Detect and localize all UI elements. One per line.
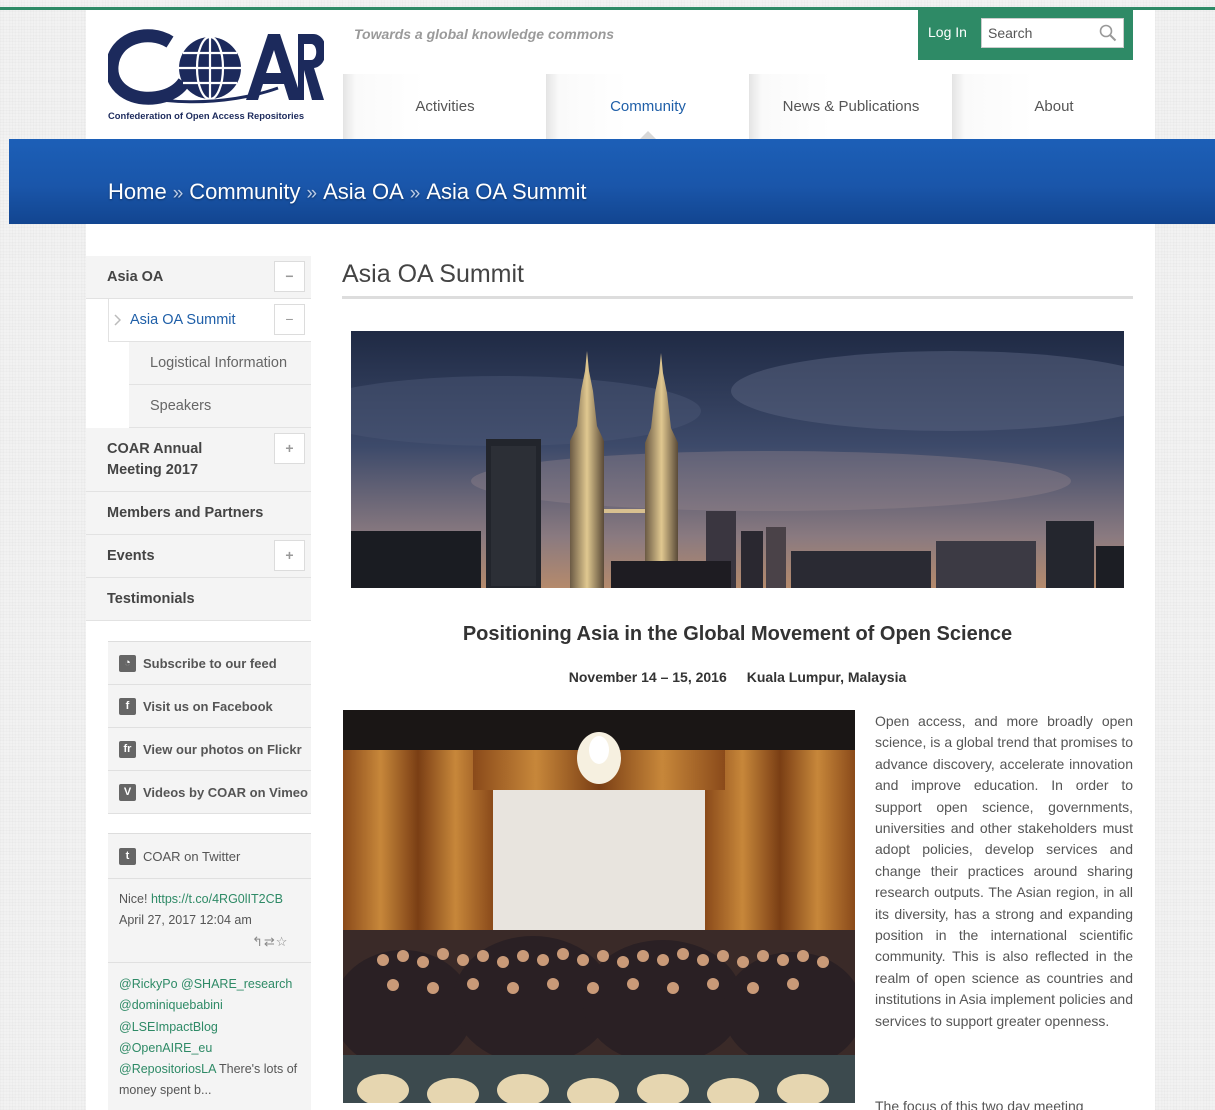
page-title: Asia OA Summit <box>342 260 524 288</box>
breadcrumb-separator: » <box>306 183 318 204</box>
nav-community[interactable]: Community <box>546 74 749 139</box>
hero-image-kuala-lumpur-skyline <box>351 331 1124 588</box>
sidebar-item-asia-oa-summit[interactable]: Asia OA Summit − <box>108 299 311 342</box>
breadcrumb-separator: » <box>409 183 421 204</box>
summit-heading: Positioning Asia in the Global Movement … <box>462 623 1013 645</box>
search-icon[interactable] <box>1099 24 1117 42</box>
nav-news-publications[interactable]: News & Publications <box>749 74 952 139</box>
twitter-title: COAR on Twitter <box>143 849 241 864</box>
nav-label: About <box>1034 98 1074 115</box>
tweet-mention[interactable]: @RepositoriosLA <box>119 1062 216 1076</box>
group-photo <box>343 710 855 1103</box>
tweet-link[interactable]: https://t.co/4RG0lIT2CB <box>151 892 283 906</box>
breadcrumb-home[interactable]: Home <box>108 179 167 204</box>
conference-group-illustration <box>343 710 855 1103</box>
twitter-icon: t <box>119 848 136 865</box>
nav-label: Activities <box>415 98 475 115</box>
logo-mark <box>105 29 326 105</box>
tweet-mention[interactable]: @RickyPo <box>119 977 178 991</box>
nav-about[interactable]: About <box>952 74 1155 139</box>
vimeo-link[interactable]: V Videos by COAR on Vimeo <box>108 771 311 814</box>
sidebar-item-speakers[interactable]: Speakers <box>129 385 311 428</box>
breadcrumb: Home» Community» Asia OA» Asia OA Summit <box>108 179 587 205</box>
tweet: Nice! https://t.co/4RG0lIT2CB April 27, … <box>119 889 307 932</box>
skyline-illustration <box>351 331 1124 588</box>
sidebar-item-label: Speakers <box>150 398 212 414</box>
sidebar-item-asia-oa[interactable]: Asia OA − <box>86 256 311 299</box>
breadcrumb-community[interactable]: Community <box>189 179 300 204</box>
tweet-actions[interactable]: ↰⇄☆ <box>252 934 288 950</box>
subscribe-feed-link[interactable]: ◔ Subscribe to our feed <box>108 642 311 685</box>
rss-icon: ◔ <box>119 655 136 672</box>
login-link[interactable]: Log In <box>928 24 967 40</box>
sidebar-item-label: Events <box>107 548 155 564</box>
summit-date: November 14 – 15, 2016 <box>568 669 727 685</box>
sidebar-item-label: Asia OA Summit <box>130 312 236 328</box>
twitter-widget: t COAR on Twitter Nice! https://t.co/4RG… <box>108 833 311 1110</box>
breadcrumb-current: Asia OA Summit <box>426 179 587 204</box>
sidebar-menu: Asia OA − Asia OA Summit − Logistical In… <box>86 256 311 621</box>
search-box <box>981 18 1124 48</box>
social-label: View our photos on Flickr <box>143 742 302 757</box>
coar-logo[interactable]: Confederation of Open Access Repositorie… <box>105 24 326 124</box>
sidebar-item-label: COAR Annual Meeting 2017 <box>107 441 203 478</box>
page-banner: Home» Community» Asia OA» Asia OA Summit <box>9 139 1215 224</box>
sidebar-item-members-partners[interactable]: Members and Partners <box>86 492 311 535</box>
breadcrumb-separator: » <box>172 183 184 204</box>
search-input[interactable] <box>982 19 1092 47</box>
sidebar-item-events[interactable]: Events + <box>86 535 311 578</box>
vimeo-icon: V <box>119 784 136 801</box>
twitter-header: t COAR on Twitter <box>108 834 311 879</box>
social-links: ◔ Subscribe to our feed f Visit us on Fa… <box>108 641 311 814</box>
sidebar-item-label: Asia OA <box>107 269 164 285</box>
collapse-toggle[interactable]: − <box>274 261 305 292</box>
login-search-bar: Log In <box>918 10 1133 60</box>
social-label: Subscribe to our feed <box>143 656 277 671</box>
logo-subtitle: Confederation of Open Access Repositorie… <box>108 110 305 121</box>
active-caret-icon <box>640 131 656 139</box>
collapse-toggle[interactable]: − <box>274 304 305 335</box>
nav-activities[interactable]: Activities <box>343 74 546 139</box>
summit-date-location: November 14 – 15, 2016 Kuala Lumpur, Mala… <box>342 669 1133 685</box>
summit-location: Kuala Lumpur, Malaysia <box>746 669 907 685</box>
chevron-right-icon <box>114 314 121 326</box>
flickr-icon: fr <box>119 741 136 758</box>
tweet-divider <box>108 962 311 963</box>
title-divider <box>342 296 1133 299</box>
flickr-link[interactable]: fr View our photos on Flickr <box>108 728 311 771</box>
tweet-mention[interactable]: @OpenAIRE_eu <box>119 1041 212 1055</box>
expand-toggle[interactable]: + <box>274 540 305 571</box>
sidebar-item-coar-annual-meeting[interactable]: COAR Annual Meeting 2017 + <box>86 428 311 492</box>
sidebar-item-label: Members and Partners <box>107 505 264 521</box>
sidebar-item-label: Logistical Information <box>150 355 288 371</box>
sidebar-item-label: Testimonials <box>107 591 195 607</box>
breadcrumb-asia-oa[interactable]: Asia OA <box>323 179 404 204</box>
facebook-icon: f <box>119 698 136 715</box>
tweet-mention[interactable]: @dominiquebabini <box>119 998 223 1012</box>
facebook-link[interactable]: f Visit us on Facebook <box>108 685 311 728</box>
tweet: @RickyPo @SHARE_research @dominiquebabin… <box>119 974 307 1102</box>
social-label: Videos by COAR on Vimeo <box>143 785 308 800</box>
nav-label: News & Publications <box>782 98 920 115</box>
intro-paragraph: Open access, and more broadly open scien… <box>875 713 1133 1029</box>
intro-paragraph-2: The focus of this two day meeting <box>875 1098 1084 1110</box>
nav-label: Community <box>610 98 686 115</box>
sidebar-item-logistical-information[interactable]: Logistical Information <box>129 342 311 385</box>
tweet-text: Nice! <box>119 892 151 906</box>
sidebar-item-testimonials[interactable]: Testimonials <box>86 578 311 621</box>
tweet-date: April 27, 2017 12:04 am <box>119 913 252 928</box>
main-nav: Activities Community News & Publications… <box>343 74 1155 139</box>
tweet-mention[interactable]: @LSEImpactBlog <box>119 1020 218 1034</box>
tweet-mention[interactable]: @SHARE_research <box>181 977 292 991</box>
expand-toggle[interactable]: + <box>274 433 305 464</box>
social-label: Visit us on Facebook <box>143 699 273 714</box>
site-tagline: Towards a global knowledge commons <box>354 26 615 42</box>
